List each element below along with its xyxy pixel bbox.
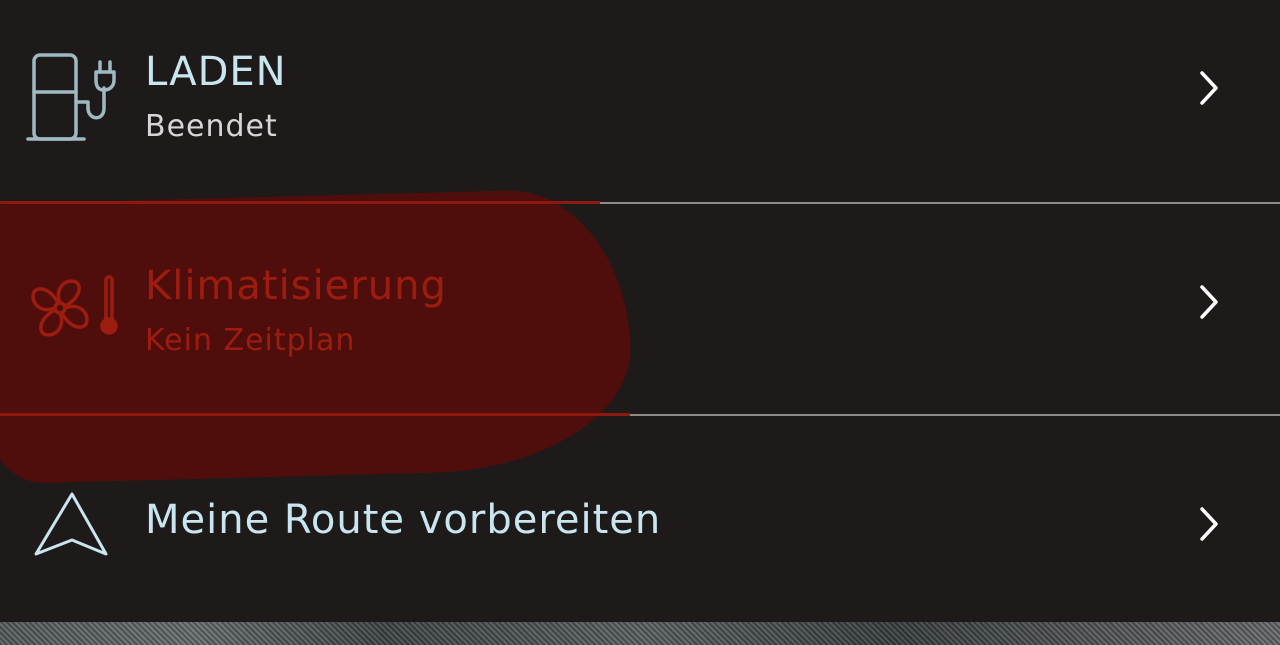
charging-title: LADEN: [145, 49, 287, 95]
route-title: Meine Route vorbereiten: [145, 497, 662, 543]
charging-station-icon: [24, 50, 124, 149]
background-image-strip: [0, 622, 1280, 645]
charging-status: Beendet: [145, 109, 278, 144]
app-screen: LADEN Beendet Klimatisierung Kein Zeitpl…: [0, 0, 1280, 645]
climate-schedule-status: Kein Zeitplan: [145, 323, 356, 358]
navigation-arrow-icon: [24, 488, 119, 567]
chevron-right-icon: [1194, 282, 1224, 322]
menu-item-charging[interactable]: LADEN Beendet: [0, 0, 1280, 202]
fan-thermometer-icon: [24, 274, 124, 348]
chevron-right-icon: [1194, 68, 1224, 108]
menu-item-route[interactable]: Meine Route vorbereiten: [0, 416, 1280, 622]
climate-title: Klimatisierung: [145, 263, 447, 309]
menu-item-climate[interactable]: Klimatisierung Kein Zeitplan: [0, 204, 1280, 414]
chevron-right-icon: [1194, 504, 1224, 544]
vehicle-menu-list: LADEN Beendet Klimatisierung Kein Zeitpl…: [0, 0, 1280, 622]
